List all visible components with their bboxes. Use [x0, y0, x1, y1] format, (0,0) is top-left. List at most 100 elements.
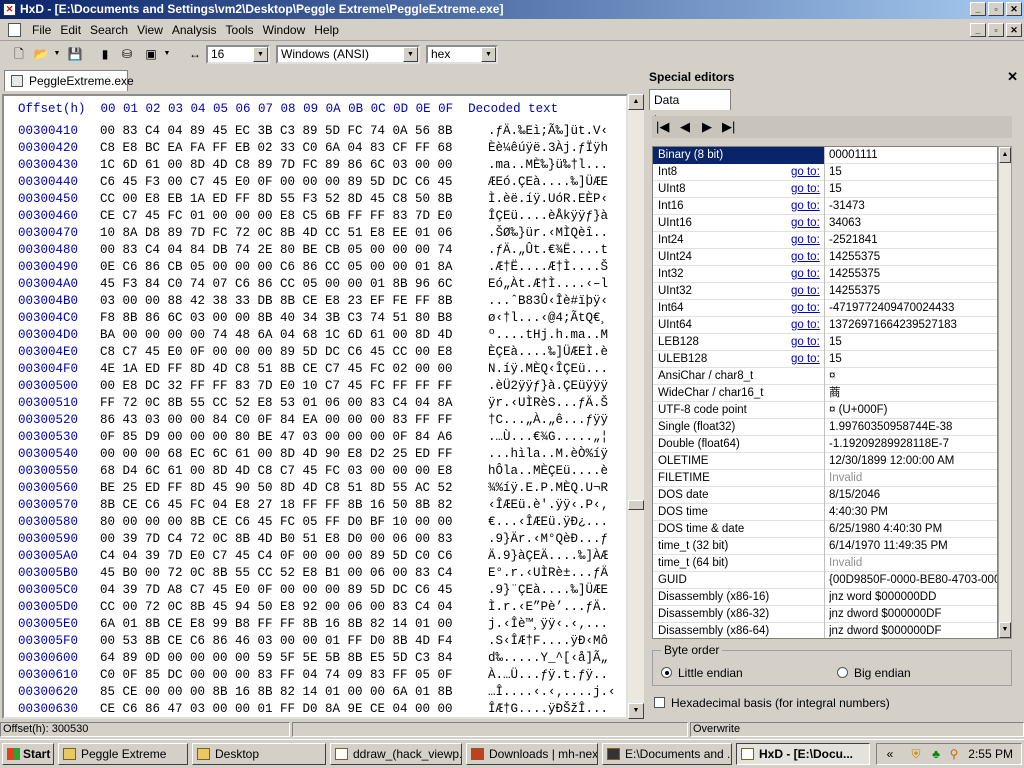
inspector-value[interactable]: jnz dword $000000DF: [829, 623, 997, 638]
scroll-down-icon[interactable]: ▼: [628, 703, 644, 719]
row-decoded-text[interactable]: .Æ†Ë....Æ†Ì....Š: [488, 260, 608, 274]
inspector-value[interactable]: 8/15/2046: [829, 487, 997, 503]
scroll-thumb[interactable]: [628, 500, 644, 510]
goto-link[interactable]: go to:: [791, 317, 820, 333]
row-decoded-text[interactable]: .ma..MÈ‰}ü‰†l...: [488, 158, 608, 172]
goto-link[interactable]: go to:: [791, 334, 820, 350]
inspector-row[interactable]: WideChar / char16_t 蔏: [653, 385, 997, 402]
doc-minimize-button[interactable]: _: [970, 23, 986, 37]
hex-row[interactable]: 003004C0 F8 8B 86 6C 03 00 00 8B 40 34 3B…: [18, 310, 616, 327]
minimize-button[interactable]: _: [970, 2, 986, 16]
next-icon[interactable]: ▶: [702, 120, 712, 134]
inspector-value[interactable]: -2521841: [829, 232, 997, 248]
inspector-value[interactable]: 00001111: [829, 147, 997, 163]
row-bytes[interactable]: 8B CE C6 45 FC 04 E8 27 18 FF FF 8B 16 5…: [100, 497, 488, 514]
goto-link[interactable]: go to:: [791, 164, 820, 180]
row-bytes[interactable]: 04 39 7D A8 C7 45 E0 0F 00 00 00 89 5D D…: [100, 582, 488, 599]
row-decoded-text[interactable]: Ä.9}àÇEÄ....‰]ÀÆ: [488, 549, 608, 563]
inspector-row[interactable]: DOS date 8/15/2046: [653, 487, 997, 504]
save-icon[interactable]: 💾: [66, 45, 84, 63]
row-bytes[interactable]: 00 83 C4 04 84 DB 74 2E 80 BE CB 05 00 0…: [100, 242, 488, 259]
inspector-row[interactable]: LEB128 go to: 15: [653, 334, 997, 351]
row-bytes[interactable]: 03 00 00 88 42 38 33 DB 8B CE E8 23 EF F…: [100, 293, 488, 310]
row-bytes[interactable]: 00 39 7D C4 72 0C 8B 4D B0 51 E8 D0 00 0…: [100, 531, 488, 548]
row-bytes[interactable]: 4E 1A ED FF 8D 4D C8 51 8B CE C7 45 FC 0…: [100, 361, 488, 378]
inspector-value[interactable]: 14255375: [829, 283, 997, 299]
inspector-value[interactable]: 15: [829, 164, 997, 180]
menu-analysis[interactable]: Analysis: [170, 23, 224, 37]
inspector-value[interactable]: 4:40:30 PM: [829, 504, 997, 520]
bytes-per-row-select[interactable]: 16 ▼: [206, 45, 270, 64]
goto-link[interactable]: go to:: [791, 215, 820, 231]
hex-row[interactable]: 00300610 C0 0F 85 DC 00 00 00 83 FF 04 74…: [18, 667, 616, 684]
hex-row[interactable]: 00300580 80 00 00 00 8B CE C6 45 FC 05 FF…: [18, 514, 616, 531]
row-bytes[interactable]: 6A 01 8B CE E8 99 B8 FF FF 8B 16 8B 82 1…: [100, 616, 488, 633]
row-decoded-text[interactable]: …Î....‹.‹‚....j.‹: [488, 685, 616, 699]
hex-row[interactable]: 00300590 00 39 7D C4 72 0C 8B 4D B0 51 E8…: [18, 531, 616, 548]
row-decoded-text[interactable]: †C...„À.„ê...ƒÿÿ: [488, 413, 608, 427]
menu-help[interactable]: Help: [312, 23, 346, 37]
tray-chevron-icon[interactable]: «: [883, 747, 897, 761]
data-inspector-grid[interactable]: Binary (8 bit) 00001111 Int8 go to: 15 UInt8 g…: [652, 146, 998, 639]
row-bytes[interactable]: F8 8B 86 6C 03 00 00 8B 40 34 3B C3 74 5…: [100, 310, 488, 327]
inspector-row[interactable]: UInt24 go to: 14255375: [653, 249, 997, 266]
row-bytes[interactable]: 86 43 03 00 00 84 C0 0F 84 EA 00 00 00 8…: [100, 412, 488, 429]
row-bytes[interactable]: 00 53 8B CE C6 86 46 03 00 00 01 FF D0 8…: [100, 633, 488, 650]
row-decoded-text[interactable]: º....tHj.h.ma..M: [488, 328, 608, 342]
tool-dropdown-arrow-icon[interactable]: ▼: [162, 45, 172, 63]
row-bytes[interactable]: 00 00 00 68 EC 6C 61 00 8D 4D 90 E8 D2 2…: [100, 446, 488, 463]
row-decoded-text[interactable]: .9}¨ÇEà....‰]ÜÆE: [488, 583, 608, 597]
row-bytes[interactable]: 00 E8 DC 32 FF FF 83 7D E0 10 C7 45 FC F…: [100, 378, 488, 395]
inspector-value[interactable]: -1.19209289928118E-7: [829, 436, 997, 452]
row-bytes[interactable]: CE C6 86 47 03 00 00 01 FF D0 8A 9E CE 0…: [100, 701, 488, 717]
document-icon[interactable]: [8, 23, 21, 37]
menu-search[interactable]: Search: [88, 23, 135, 37]
big-endian-radio[interactable]: Big endian: [837, 666, 911, 680]
task-ddraw[interactable]: ddraw_(hack_viewp...: [330, 743, 462, 765]
inspector-value[interactable]: 15: [829, 334, 997, 350]
hex-row[interactable]: 003005C0 04 39 7D A8 C7 45 E0 0F 00 00 00…: [18, 582, 616, 599]
open-folder-icon[interactable]: 📂: [32, 45, 50, 63]
inspector-value[interactable]: 34063: [829, 215, 997, 231]
menu-tools[interactable]: Tools: [224, 23, 261, 37]
inspector-row[interactable]: Disassembly (x86-64) jnz dword $000000DF: [653, 623, 997, 638]
hex-row[interactable]: 00300520 86 43 03 00 00 84 C0 0F 84 EA 00…: [18, 412, 616, 429]
inspector-row[interactable]: DOS time 4:40:30 PM: [653, 504, 997, 521]
goto-link[interactable]: go to:: [791, 283, 820, 299]
inspector-row[interactable]: time_t (32 bit) 6/14/1970 11:49:35 PM: [653, 538, 997, 555]
row-bytes[interactable]: 68 D4 6C 61 00 8D 4D C8 C7 45 FC 03 00 0…: [100, 463, 488, 480]
row-bytes[interactable]: C6 45 F3 00 C7 45 E0 0F 00 00 00 89 5D D…: [100, 174, 488, 191]
row-bytes[interactable]: 1C 6D 61 00 8D 4D C8 89 7D FC 89 86 6C 0…: [100, 157, 488, 174]
inspector-value[interactable]: jnz dword $000000DF: [829, 606, 997, 622]
row-decoded-text[interactable]: j.‹Îè™¸ÿÿ‹.‹‚...: [488, 617, 608, 631]
network-icon[interactable]: ♣: [929, 747, 943, 761]
row-decoded-text[interactable]: ÎÆ†G....ÿÐŠžÎ...: [488, 702, 608, 716]
task-downloads[interactable]: Downloads | mh-nex...: [466, 743, 598, 765]
hex-row[interactable]: 00300540 00 00 00 68 EC 6C 61 00 8D 4D 90…: [18, 446, 616, 463]
hex-row[interactable]: 00300460 CE C7 45 FC 01 00 00 00 E8 C5 6B…: [18, 208, 616, 225]
row-bytes[interactable]: 80 00 00 00 8B CE C6 45 FC 05 FF D0 BF 1…: [100, 514, 488, 531]
row-bytes[interactable]: 85 CE 00 00 00 8B 16 8B 82 14 01 00 00 6…: [100, 684, 488, 701]
inspector-row[interactable]: FILETIME Invalid: [653, 470, 997, 487]
search-icon[interactable]: ⚲: [947, 747, 961, 761]
row-decoded-text[interactable]: N.íÿ.MÈQ‹ÎÇEü...: [488, 362, 608, 376]
inspector-row[interactable]: AnsiChar / char8_t ¤: [653, 368, 997, 385]
task-peggle-extreme[interactable]: Peggle Extreme: [58, 743, 188, 765]
menu-window[interactable]: Window: [261, 23, 313, 37]
offset-base-select[interactable]: hex ▼: [426, 45, 498, 64]
open-dropdown-icon[interactable]: ▼: [52, 45, 62, 63]
little-endian-radio[interactable]: Little endian: [661, 666, 743, 680]
row-bytes[interactable]: FF 15 90 13 5D 00 3B 86 50 03 00 00 C6 8…: [100, 718, 488, 719]
previous-icon[interactable]: ◀: [680, 120, 690, 134]
inspector-row[interactable]: UInt64 go to: 13726971664239527183: [653, 317, 997, 334]
inspector-value[interactable]: jnz word $000000DD: [829, 589, 997, 605]
hex-row[interactable]: 003004A0 45 F3 84 C0 74 07 C6 86 CC 05 00…: [18, 276, 616, 293]
hex-row[interactable]: 00300450 CC 00 E8 EB 1A ED FF 8D 55 F3 52…: [18, 191, 616, 208]
hex-row[interactable]: 003005A0 C4 04 39 7D E0 C7 45 C4 0F 00 00…: [18, 548, 616, 565]
task-hxd[interactable]: HxD - [E:\Docu...: [736, 743, 870, 765]
scroll-down-icon[interactable]: ▼: [999, 622, 1011, 638]
goto-link[interactable]: go to:: [791, 266, 820, 282]
inspector-vertical-scrollbar[interactable]: ▲ ▼: [998, 146, 1012, 639]
hex-row[interactable]: 00300560 BE 25 ED FF 8D 45 90 50 8D 4D C8…: [18, 480, 616, 497]
chevron-down-icon[interactable]: ▼: [403, 47, 418, 62]
